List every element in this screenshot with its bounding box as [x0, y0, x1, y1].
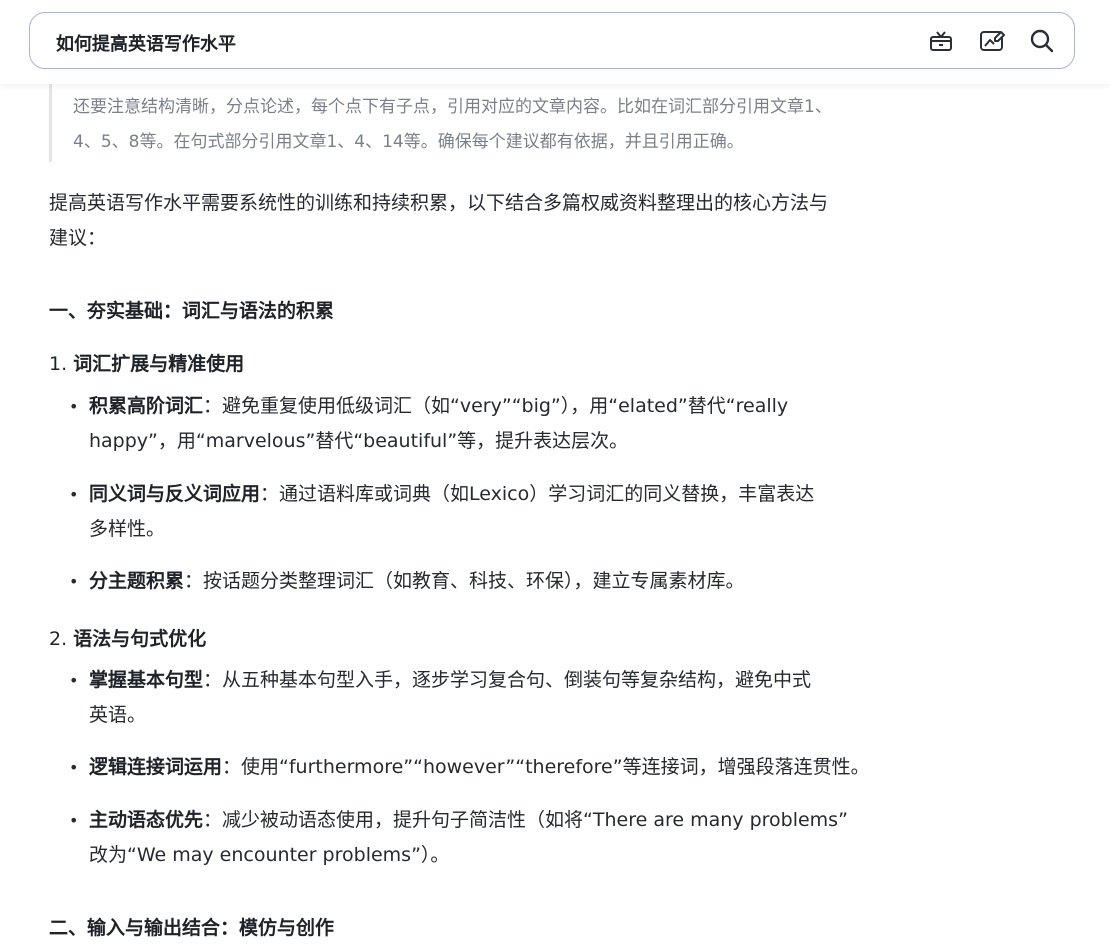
bullet-term: 同义词与反义词应用 — [89, 483, 261, 505]
bullet-text: ：使用“furthermore”“however”“therefore”等连接词… — [222, 756, 870, 778]
bullet-text: 改为“We may encounter problems”）。 — [89, 844, 450, 866]
quote-line: 4、5、8等。在句式部分引用文章1、4、14等。确保每个建议都有依据，并且引用正… — [73, 132, 744, 152]
bullet-term: 掌握基本句型 — [89, 669, 204, 691]
intro-line: 提高英语写作水平需要系统性的训练和持续积累，以下结合多篇权威资料整理出的核心方法… — [49, 192, 829, 214]
bullet-term: 主动语态优先 — [89, 809, 204, 831]
bullet-text: 英语。 — [89, 704, 147, 726]
subsection-heading: 1. 词汇扩展与精准使用 — [49, 349, 244, 376]
bullet-text: ：从五种基本句型入手，逐步学习复合句、倒装句等复杂结构，避免中式 — [203, 669, 812, 691]
bullet-text: happy”，用“marvelous”替代“beautiful”等，提升表达层次… — [89, 430, 629, 452]
bullet-text: ：按话题分类整理词汇（如教育、科技、环保），建立专属素材库。 — [184, 570, 745, 592]
bullet-dot: • — [69, 671, 79, 690]
bullet-term: 逻辑连接词运用 — [89, 756, 223, 778]
gift-box-icon[interactable] — [928, 28, 954, 54]
bullet-text: 多样性。 — [89, 518, 166, 540]
edit-image-icon[interactable] — [979, 28, 1005, 54]
search-query[interactable]: 如何提高英语写作水平 — [56, 30, 236, 56]
section-heading: 二、输入与输出结合：模仿与创作 — [49, 917, 335, 939]
intro-line: 建议： — [49, 227, 107, 249]
subsection-title: 语法与句式优化 — [73, 628, 207, 650]
bullet-text: ：通过语料库或词典（如Lexico）学习词汇的同义替换，丰富表达 — [260, 483, 815, 505]
intro-paragraph: 提高英语写作水平需要系统性的训练和持续积累，以下结合多篇权威资料整理出的核心方法… — [49, 186, 869, 256]
top-bar: 如何提高英语写作水平 — [0, 0, 1110, 84]
bullet-dot: • — [69, 758, 79, 777]
search-icon[interactable] — [1029, 28, 1055, 54]
bullet-dot: • — [69, 572, 79, 591]
bullet-text: ：避免重复使用低级词汇（如“very”“big”），用“elated”替代“re… — [203, 395, 789, 417]
bullet-text: ：减少被动语态使用，提升句子简洁性（如将“There are many prob… — [203, 809, 848, 831]
bullet-term: 分主题积累 — [89, 570, 185, 592]
subsection-title: 词汇扩展与精准使用 — [73, 353, 245, 375]
search-bar[interactable]: 如何提高英语写作水平 — [29, 12, 1075, 69]
reasoning-quote: 还要注意结构清晰，分点论述，每个点下有子点，引用对应的文章内容。比如在词汇部分引… — [49, 84, 879, 162]
quote-line: 还要注意结构清晰，分点论述，每个点下有子点，引用对应的文章内容。比如在词汇部分引… — [73, 97, 832, 117]
bullet-dot: • — [69, 811, 79, 830]
subsection-number: 1. — [49, 353, 68, 375]
subsection-heading: 2. 语法与句式优化 — [49, 624, 206, 651]
bullet-dot: • — [69, 485, 79, 504]
section-heading: 一、夯实基础：词汇与语法的积累 — [49, 300, 335, 322]
bullet-dot: • — [69, 397, 79, 416]
bullet-term: 积累高阶词汇 — [89, 395, 204, 417]
subsection-number: 2. — [49, 628, 68, 650]
